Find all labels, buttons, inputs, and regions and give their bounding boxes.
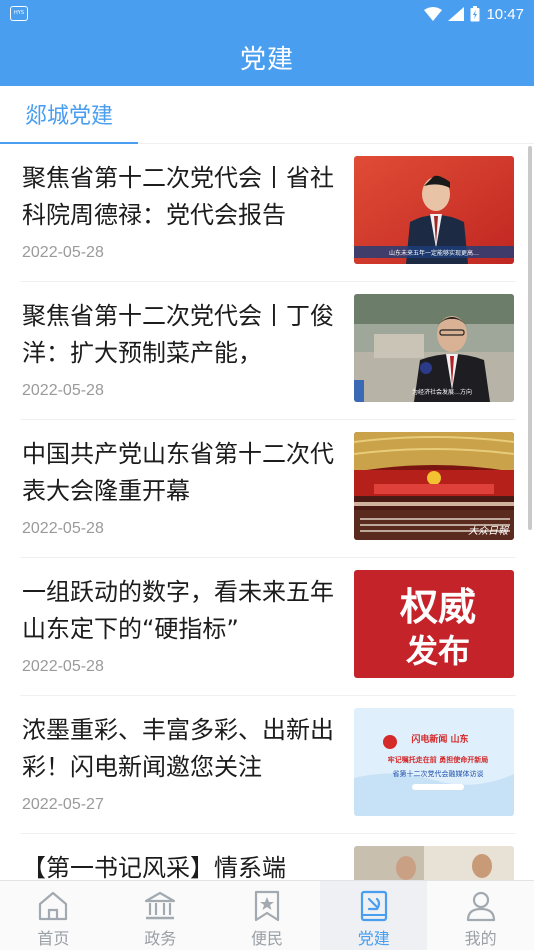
thumbnail-subheadline: 省第十二次党代会融媒体访谈 <box>393 769 484 778</box>
article-thumbnail: 为经济社会发展…方向 <box>354 294 514 402</box>
article-thumbnail: 山东未来五年一定能够实现更高… <box>354 156 514 264</box>
tab-label: 党建 <box>357 929 390 948</box>
person-icon <box>466 891 495 922</box>
thumbnail-caption: 山东未来五年一定能够实现更高… <box>389 249 479 257</box>
title-bar: 党建 <box>0 28 534 86</box>
tab-services[interactable]: 便民 <box>214 881 321 950</box>
list-item[interactable]: 聚焦省第十二次党代会丨省社科院周德禄：党代会报告 2022-05-28 山东未来… <box>20 144 516 282</box>
list-item[interactable]: 中国共产党山东省第十二次代表大会隆重开幕 2022-05-28 大众日報 <box>20 420 516 558</box>
app-notification-icon: HYS <box>10 6 28 21</box>
signal-icon <box>448 7 465 21</box>
article-list[interactable]: 聚焦省第十二次党代会丨省社科院周德禄：党代会报告 2022-05-28 山东未来… <box>0 144 534 880</box>
list-item[interactable]: 聚焦省第十二次党代会丨丁俊洋：扩大预制菜产能， 2022-05-28 为经济社会… <box>20 282 516 420</box>
tab-label: 便民 <box>250 929 283 948</box>
thumbnail-subheadline: 发布 <box>406 632 470 670</box>
tab-label: 我的 <box>464 929 497 948</box>
tab-mine[interactable]: 我的 <box>427 881 534 950</box>
system-indicators: 10:47 <box>424 4 524 24</box>
svg-text:闪电新闻 山东: 闪电新闻 山东 <box>411 733 468 745</box>
list-item[interactable]: 一组跃动的数字，看未来五年山东定下的“硬指标” 2022-05-28 权威 发布 <box>20 558 516 696</box>
article-title: 【第一书记风采】情系端 <box>22 854 286 880</box>
section-tabs: 郯城党建 <box>0 86 534 144</box>
article-date: 2022-05-28 <box>22 244 104 261</box>
tab-tancheng-party[interactable]: 郯城党建 <box>0 86 138 144</box>
article-title: 浓墨重彩、丰富多彩、出新出彩！闪电新闻邀您关注 <box>22 716 334 781</box>
thumbnail-headline: 牢记嘱托走在前 勇担使命开新局 <box>388 755 488 764</box>
article-date: 2022-05-27 <box>22 796 104 813</box>
wifi-icon <box>424 7 443 21</box>
list-scrollbar[interactable] <box>528 146 532 530</box>
page-title: 党建 <box>239 44 294 75</box>
article-date: 2022-05-28 <box>22 382 104 399</box>
list-item[interactable]: 浓墨重彩、丰富多彩、出新出彩！闪电新闻邀您关注 2022-05-27 闪电新闻 … <box>20 696 516 834</box>
party-book-icon <box>360 890 387 922</box>
article-title: 一组跃动的数字，看未来五年山东定下的“硬指标” <box>22 578 334 643</box>
tab-government[interactable]: 政务 <box>107 881 214 950</box>
clock: 10:47 <box>486 5 524 23</box>
article-thumbnail: 大众日報 <box>354 432 514 540</box>
list-item[interactable]: 【第一书记风采】情系端 <box>20 834 516 880</box>
battery-icon <box>470 6 480 22</box>
status-bar: HYS 10:47 <box>0 0 534 28</box>
bookmark-star-icon <box>254 890 280 922</box>
article-title: 中国共产党山东省第十二次代表大会隆重开幕 <box>22 440 334 505</box>
tab-label: 政务 <box>144 929 177 948</box>
article-thumbnail: 闪电新闻 山东 牢记嘱托走在前 勇担使命开新局 省第十二次党代会融媒体访谈 <box>354 708 514 816</box>
tab-party[interactable]: 党建 <box>320 881 428 950</box>
svg-text:大众日報: 大众日報 <box>468 525 510 537</box>
thumbnail-headline: 权威 <box>399 585 476 629</box>
article-thumbnail <box>354 846 514 880</box>
home-icon <box>39 891 68 921</box>
article-date: 2022-05-28 <box>22 520 104 537</box>
tab-label: 首页 <box>37 929 70 948</box>
government-building-icon <box>145 891 176 920</box>
thumbnail-caption: 为经济社会发展…方向 <box>412 388 472 396</box>
article-date: 2022-05-28 <box>22 658 104 675</box>
bottom-tab-bar: 首页 政务 便民 党建 我的 <box>0 880 534 950</box>
article-title: 聚焦省第十二次党代会丨丁俊洋：扩大预制菜产能， <box>22 302 334 367</box>
tab-home[interactable]: 首页 <box>0 881 107 950</box>
article-title: 聚焦省第十二次党代会丨省社科院周德禄：党代会报告 <box>22 164 334 229</box>
article-thumbnail: 权威 发布 <box>354 570 514 678</box>
